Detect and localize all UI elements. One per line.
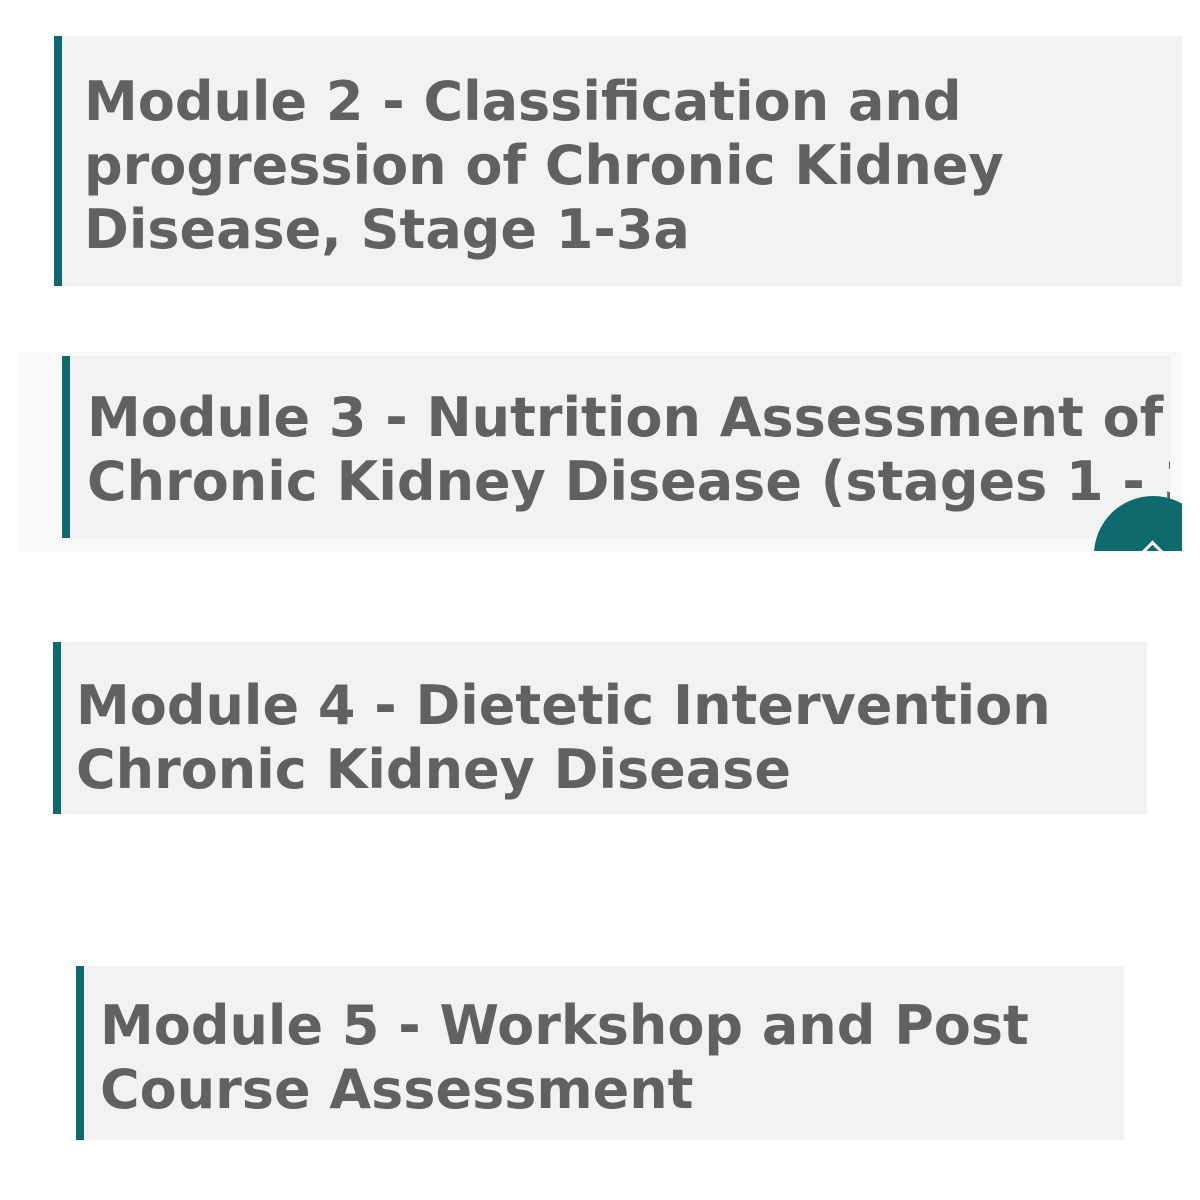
chevron-up-icon xyxy=(1140,540,1165,551)
module-3-card[interactable]: Module 3 - Nutrition Assessment of Chron… xyxy=(62,356,1170,538)
module-2-title-line-3: Disease, Stage 1-3a xyxy=(84,198,690,261)
module-2-title-line-2: progression of Chronic Kidney xyxy=(84,134,1004,197)
module-3-title-line-1: Module 3 - Nutrition Assessment of xyxy=(87,386,1164,449)
module-list-page: Module 2 - Classification and progressio… xyxy=(0,0,1200,1200)
module-4-title-line-1: Module 4 - Dietetic Intervention xyxy=(76,674,1051,737)
module-3-title: Module 3 - Nutrition Assessment of Chron… xyxy=(87,386,1170,514)
module-5-title-line-1: Module 5 - Workshop and Post xyxy=(100,994,1029,1057)
module-4-title-line-2: Chronic Kidney Disease xyxy=(76,738,791,801)
module-2-title: Module 2 - Classification and progressio… xyxy=(84,70,1004,262)
module-4-title: Module 4 - Dietetic Intervention Chronic… xyxy=(76,674,1051,802)
module-5-title: Module 5 - Workshop and Post Course Asse… xyxy=(100,994,1029,1122)
module-4-card[interactable]: Module 4 - Dietetic Intervention Chronic… xyxy=(53,642,1147,814)
scroll-to-top-area xyxy=(1090,490,1182,551)
module-5-card[interactable]: Module 5 - Workshop and Post Course Asse… xyxy=(76,966,1124,1140)
scroll-to-top-button[interactable] xyxy=(1094,496,1182,551)
module-5-title-line-2: Course Assessment xyxy=(100,1058,694,1121)
module-2-card[interactable]: Module 2 - Classification and progressio… xyxy=(54,36,1182,286)
module-3-title-line-2: Chronic Kidney Disease (stages 1 - 3A) xyxy=(87,450,1170,513)
module-2-title-line-1: Module 2 - Classification and xyxy=(84,70,962,133)
